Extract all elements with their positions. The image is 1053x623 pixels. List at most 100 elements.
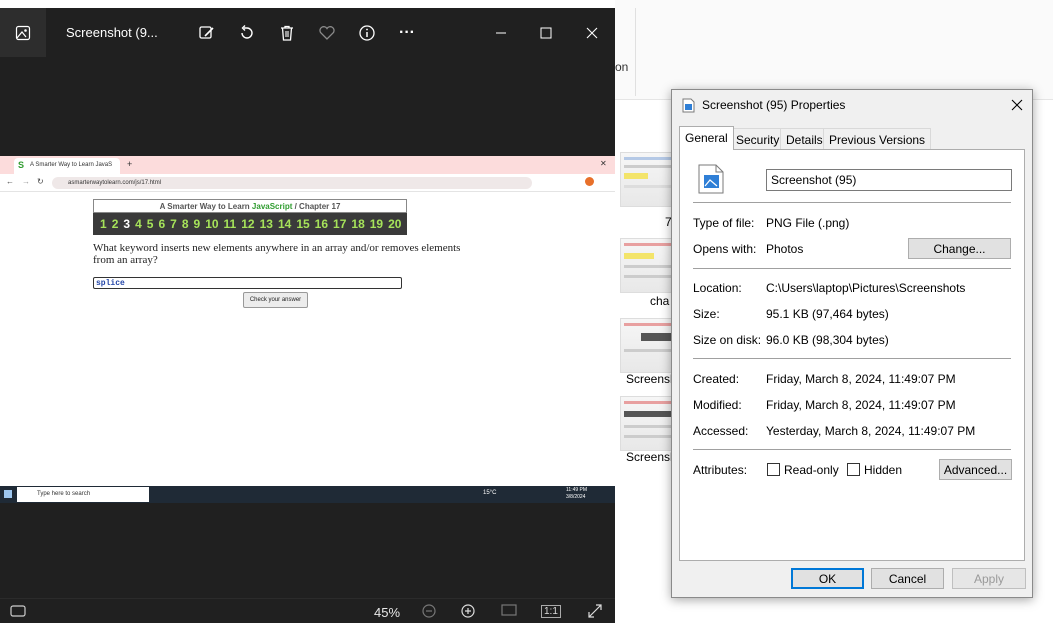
size-on-disk-label: Size on disk: (693, 333, 762, 347)
chapter-link[interactable]: 16 (315, 217, 328, 231)
location-value: C:\Users\laptop\Pictures\Screenshots (766, 281, 966, 295)
location-label: Location: (693, 281, 742, 295)
browser-toolbar: ← → ↻ asmarterwaytolearn.com/js/17.html (0, 174, 615, 192)
type-of-file-value: PNG File (.png) (766, 216, 850, 230)
chapter-link[interactable]: 13 (260, 217, 273, 231)
chapter-link[interactable]: 17 (333, 217, 346, 231)
properties-dialog: Screenshot (95) Properties General Secur… (671, 89, 1033, 598)
fit-to-window-icon[interactable] (501, 603, 517, 620)
forward-icon[interactable]: → (22, 177, 30, 186)
size-on-disk-value: 96.0 KB (98,304 bytes) (766, 333, 889, 347)
chapter-link[interactable]: 5 (147, 217, 154, 231)
general-panel: Screenshot (95) Type of file: PNG File (… (679, 149, 1025, 561)
tab-previous-versions[interactable]: Previous Versions (823, 128, 932, 149)
maximize-button[interactable] (529, 16, 563, 50)
dialog-title: Screenshot (95) Properties (702, 98, 846, 112)
photos-bottombar: 45% 1:1 (0, 598, 615, 623)
displayed-image: S A Smarter Way to Learn JavaS + ✕ ← → ↻… (0, 156, 615, 503)
read-only-label[interactable]: Read-only (784, 463, 839, 477)
file-label[interactable]: Screensh (626, 450, 677, 464)
chapter-link[interactable]: 10 (205, 217, 218, 231)
answer-input[interactable]: splice (93, 277, 402, 289)
taskbar-search[interactable]: Type here to search (17, 487, 149, 502)
chapter-link[interactable]: 14 (278, 217, 291, 231)
fullscreen-icon[interactable] (587, 603, 603, 622)
browser-close-icon[interactable]: ✕ (600, 159, 607, 168)
rotate-icon[interactable] (236, 22, 258, 44)
clock-time: 11:49 PM (566, 487, 588, 493)
file-label[interactable]: Screensh (626, 372, 677, 386)
edit-icon[interactable] (196, 22, 218, 44)
url-text: asmarterwaytolearn.com/js/17.html (68, 180, 162, 186)
modified-value: Friday, March 8, 2024, 11:49:07 PM (766, 398, 956, 412)
browser-tab[interactable]: S A Smarter Way to Learn JavaS (14, 158, 120, 174)
apply-button[interactable]: Apply (952, 568, 1026, 589)
weather-text: 15°C (483, 490, 497, 496)
zoom-out-icon[interactable] (421, 603, 437, 622)
browser-tabstrip: S A Smarter Way to Learn JavaS + ✕ (0, 156, 615, 174)
chapter-link[interactable]: 19 (370, 217, 383, 231)
file-thumbnail[interactable] (620, 318, 675, 373)
check-answer-button[interactable]: Check your answer (243, 292, 308, 308)
chapter-link[interactable]: 9 (194, 217, 201, 231)
info-icon[interactable] (356, 22, 378, 44)
reload-icon[interactable]: ↻ (37, 177, 44, 186)
file-label[interactable]: cha (650, 294, 669, 308)
windows-taskbar: Type here to search 15°C 11:49 PM 3/8/20… (0, 486, 615, 503)
chapter-link[interactable]: 15 (296, 217, 309, 231)
file-name-field[interactable]: Screenshot (95) (766, 169, 1012, 191)
zoom-level: 45% (374, 605, 401, 620)
ribbon-fragment: on (615, 60, 629, 74)
zoom-in-icon[interactable] (460, 603, 476, 622)
favorite-icon[interactable] (316, 22, 338, 44)
file-thumbnail[interactable] (620, 152, 675, 207)
tab-security[interactable]: Security (730, 128, 786, 149)
file-thumbnail[interactable] (620, 396, 675, 451)
opens-with-value: Photos (766, 242, 804, 256)
cancel-button[interactable]: Cancel (871, 568, 944, 589)
chapter-link[interactable]: 12 (241, 217, 254, 231)
read-only-checkbox[interactable] (767, 463, 780, 476)
chapter-link[interactable]: 1 (100, 217, 107, 231)
delete-icon[interactable] (276, 22, 298, 44)
type-of-file-label: Type of file: (693, 216, 755, 230)
chapter-link[interactable]: 11 (224, 217, 237, 231)
accessed-label: Accessed: (693, 424, 749, 438)
modified-label: Modified: (693, 398, 742, 412)
tab-general[interactable]: General (679, 126, 734, 150)
size-label: Size: (693, 307, 720, 321)
site-favicon: S (18, 160, 25, 170)
ok-button[interactable]: OK (791, 568, 864, 589)
course-header: A Smarter Way to Learn JavaScript / Chap… (93, 199, 407, 213)
tab-details[interactable]: Details (780, 128, 829, 149)
filmstrip-icon[interactable] (10, 603, 26, 620)
hidden-checkbox[interactable] (847, 463, 860, 476)
chapter-link[interactable]: 2 (112, 217, 119, 231)
new-tab-icon[interactable]: + (127, 159, 132, 169)
minimize-button[interactable] (484, 16, 518, 50)
file-thumbnail[interactable] (620, 238, 675, 293)
chapter-link[interactable]: 7 (170, 217, 177, 231)
actual-size-icon[interactable]: 1:1 (541, 605, 561, 618)
close-button[interactable] (575, 16, 609, 50)
advanced-button[interactable]: Advanced... (939, 459, 1012, 480)
chapter-link[interactable]: 18 (351, 217, 364, 231)
chapter-link[interactable]: 20 (388, 217, 401, 231)
profile-avatar[interactable] (585, 177, 594, 186)
created-label: Created: (693, 372, 740, 386)
change-button[interactable]: Change... (908, 238, 1011, 259)
chapter-link[interactable]: 3 (123, 217, 130, 231)
more-icon[interactable]: ··· (396, 22, 418, 44)
quiz-question: What keyword inserts new elements anywhe… (93, 242, 461, 266)
chapter-link[interactable]: 6 (158, 217, 165, 231)
address-bar[interactable]: asmarterwaytolearn.com/js/17.html (52, 177, 532, 189)
back-icon[interactable]: ← (6, 177, 14, 186)
chapter-link[interactable]: 8 (182, 217, 189, 231)
chapter-nav: 1 2 3 4 5 6 7 8 9 10 11 12 13 14 15 16 17 18 19 20 (93, 213, 407, 235)
hidden-label[interactable]: Hidden (864, 463, 902, 477)
dialog-close-button[interactable] (1006, 94, 1028, 116)
photos-app-icon[interactable] (0, 8, 46, 57)
chapter-link[interactable]: 4 (135, 217, 142, 231)
start-icon[interactable] (4, 490, 12, 498)
file-type-icon (698, 164, 724, 197)
